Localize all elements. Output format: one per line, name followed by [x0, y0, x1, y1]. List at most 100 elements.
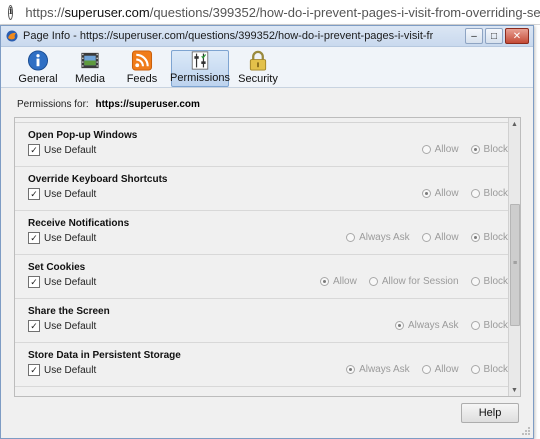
tab-general[interactable]: General	[15, 50, 61, 87]
permission-row: Store Data in Persistent Storage ✓ Use Def…	[15, 343, 508, 387]
checkbox-icon[interactable]: ✓	[28, 232, 40, 244]
radio-option[interactable]: Block	[470, 144, 508, 155]
use-default-checkbox[interactable]: ✓ Use Default	[28, 188, 96, 200]
radio-dot-icon[interactable]	[470, 277, 480, 286]
permissions-for-line: Permissions for: https://superuser.com	[17, 99, 200, 110]
radio-dot-icon[interactable]	[470, 189, 480, 198]
use-default-label: Use Default	[44, 364, 97, 376]
permissions-panel: Permissions for: https://superuser.com O…	[1, 88, 533, 438]
radio-label: Allow	[434, 144, 459, 155]
resize-grip-icon[interactable]	[521, 426, 531, 436]
radio-label: Block	[483, 320, 508, 331]
radio-option[interactable]: Allow	[421, 364, 459, 375]
permission-title: Set Cookies	[28, 262, 86, 273]
radio-dot-icon[interactable]	[470, 321, 480, 330]
checkbox-icon[interactable]: ✓	[28, 276, 40, 288]
tab-media[interactable]: Media	[67, 50, 113, 87]
tab-label: Feeds	[126, 73, 158, 85]
radio-dot-icon[interactable]	[421, 189, 431, 198]
checkbox-icon[interactable]: ✓	[28, 320, 40, 332]
film-icon	[81, 52, 99, 69]
use-default-label: Use Default	[44, 276, 97, 288]
url-text[interactable]: https://superuser.com/questions/399352/h…	[25, 5, 540, 20]
close-button[interactable]: ✕	[505, 28, 529, 44]
radio-dot-icon[interactable]	[421, 145, 431, 154]
radio-option[interactable]: Block	[470, 364, 508, 375]
permissions-list[interactable]: Open Pop-up Windows ✓ Use Default Allow Bloc…	[14, 117, 521, 397]
permission-title: Receive Notifications	[28, 218, 130, 229]
radio-label: Always Ask	[359, 364, 410, 375]
radio-option[interactable]: Block	[470, 232, 508, 243]
maximize-button[interactable]: □	[485, 28, 503, 44]
radio-dot-icon[interactable]	[368, 277, 378, 286]
permission-options: Allow Block	[410, 188, 508, 199]
use-default-checkbox[interactable]: ✓ Use Default	[28, 232, 96, 244]
title-bar[interactable]: Page Info - https://superuser.com/questi…	[1, 26, 533, 47]
use-default-checkbox[interactable]: ✓ Use Default	[28, 144, 96, 156]
radio-option[interactable]: Block	[470, 276, 508, 287]
permission-options: Always Ask Block	[383, 320, 508, 331]
radio-dot-icon[interactable]	[470, 145, 480, 154]
tab-permissions[interactable]: Permissions	[170, 50, 230, 87]
checkbox-icon[interactable]: ✓	[28, 188, 40, 200]
radio-option[interactable]: Allow for Session	[368, 276, 459, 287]
radio-option[interactable]: Always Ask	[346, 232, 410, 243]
radio-label: Block	[483, 232, 508, 243]
radio-dot-icon[interactable]	[394, 321, 404, 330]
permission-title: Share the Screen	[28, 306, 110, 317]
use-default-checkbox[interactable]: ✓ Use Default	[28, 364, 96, 376]
checkbox-icon[interactable]: ✓	[28, 364, 40, 376]
sliders-icon	[191, 51, 209, 70]
vertical-scrollbar[interactable]: ▲ ≡ ▼	[508, 118, 520, 396]
radio-dot-icon[interactable]	[421, 365, 431, 374]
use-default-label: Use Default	[44, 232, 97, 244]
browser-url-bar[interactable]: i https://superuser.com/questions/399352…	[0, 0, 540, 25]
checkbox-icon[interactable]: ✓	[28, 144, 40, 156]
radio-label: Always Ask	[407, 320, 459, 331]
tab-security[interactable]: Security	[235, 50, 281, 87]
radio-option[interactable]: Allow	[319, 276, 357, 287]
use-default-label: Use Default	[44, 188, 97, 200]
tab-label: Security	[238, 73, 278, 85]
use-default-checkbox[interactable]: ✓ Use Default	[28, 276, 96, 288]
use-default-label: Use Default	[44, 144, 97, 156]
permission-options: Allow Allow for Session Block	[308, 276, 508, 287]
minimize-button[interactable]: –	[465, 28, 483, 44]
tab-label: Permissions	[170, 72, 230, 84]
tab-label: Media	[75, 73, 105, 85]
permission-row: Override Keyboard Shortcuts ✓ Use Default A…	[15, 167, 508, 211]
radio-dot-icon[interactable]	[470, 365, 480, 374]
radio-option[interactable]: Allow	[421, 144, 459, 155]
window-title: Page Info - https://superuser.com/questi…	[23, 30, 433, 42]
radio-label: Block	[483, 276, 508, 287]
grip-icon: ≡	[513, 260, 517, 267]
permission-options: Allow Block	[410, 144, 508, 155]
radio-dot-icon[interactable]	[421, 233, 431, 242]
permissions-host: https://superuser.com	[95, 99, 200, 110]
scroll-down-arrow-icon[interactable]: ▼	[509, 384, 520, 396]
site-info-icon[interactable]: i	[8, 4, 14, 20]
radio-dot-icon[interactable]	[319, 277, 329, 286]
scrollbar-thumb[interactable]: ≡	[510, 204, 520, 326]
radio-option[interactable]: Always Ask	[394, 320, 459, 331]
radio-dot-icon[interactable]	[346, 233, 356, 242]
permissions-for-label: Permissions for:	[17, 99, 89, 110]
radio-option[interactable]: Block	[470, 188, 508, 199]
help-button[interactable]: Help	[461, 403, 519, 423]
rss-icon	[131, 50, 153, 71]
radio-option[interactable]: Always Ask	[346, 364, 410, 375]
scroll-up-arrow-icon[interactable]: ▲	[509, 118, 520, 130]
radio-option[interactable]: Allow	[421, 188, 459, 199]
radio-dot-icon[interactable]	[346, 365, 356, 374]
radio-dot-icon[interactable]	[470, 233, 480, 242]
radio-option[interactable]: Allow	[421, 232, 459, 243]
permission-title: Store Data in Persistent Storage	[28, 350, 181, 361]
use-default-checkbox[interactable]: ✓ Use Default	[28, 320, 96, 332]
permission-title: Override Keyboard Shortcuts	[28, 174, 168, 185]
radio-option[interactable]: Block	[470, 320, 508, 331]
info-icon	[27, 50, 49, 71]
radio-label: Always Ask	[359, 232, 410, 243]
tab-feeds[interactable]: Feeds	[119, 50, 165, 87]
permission-title: Open Pop-up Windows	[28, 130, 138, 141]
permission-row: Open Pop-up Windows ✓ Use Default Allow Bloc…	[15, 123, 508, 167]
